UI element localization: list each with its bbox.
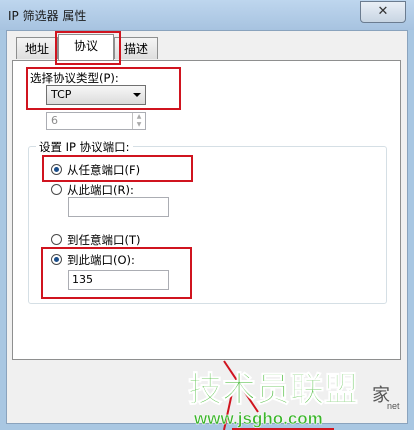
close-button[interactable]: ✕ bbox=[360, 1, 406, 23]
tab-label: 协议 bbox=[73, 39, 98, 53]
from-port-input[interactable] bbox=[68, 197, 169, 217]
tab-label: 描述 bbox=[123, 42, 148, 56]
from-this-port-radio[interactable] bbox=[51, 184, 62, 195]
watermark-net: net bbox=[387, 401, 400, 411]
chevron-down-icon bbox=[133, 93, 141, 97]
watermark-brand: 技术员联盟 bbox=[188, 371, 358, 409]
tab-description[interactable]: 描述 bbox=[114, 37, 158, 59]
watermark-url: www.jsgho.com bbox=[193, 409, 323, 428]
tab-label: 地址 bbox=[24, 42, 49, 56]
to-any-port-label: 到任意端口(T) bbox=[67, 233, 141, 247]
to-port-input[interactable]: 135 bbox=[68, 270, 169, 290]
close-icon: ✕ bbox=[377, 4, 389, 19]
watermark-logo: 技术员联盟 家 net www.jsgho.com bbox=[188, 360, 400, 430]
title-bar: IP 筛选器 属性 ✕ bbox=[0, 0, 414, 30]
to-this-port-radio[interactable] bbox=[51, 254, 62, 265]
port-group-title: 设置 IP 协议端口: bbox=[36, 139, 133, 155]
tab-address[interactable]: 地址 bbox=[16, 37, 58, 59]
to-this-port-label: 到此端口(O): bbox=[67, 253, 135, 267]
from-any-port-radio[interactable] bbox=[51, 164, 62, 175]
protocol-type-value: TCP bbox=[51, 88, 72, 101]
tab-protocol[interactable]: 协议 bbox=[58, 34, 114, 60]
from-this-port-label: 从此端口(R): bbox=[67, 183, 134, 197]
protocol-number-value: 6 bbox=[51, 114, 58, 127]
protocol-type-select[interactable]: TCP bbox=[46, 85, 146, 105]
protocol-number-field[interactable]: 6 ▲ ▼ bbox=[46, 112, 146, 130]
from-any-port-label: 从任意端口(F) bbox=[67, 163, 141, 177]
protocol-type-label: 选择协议类型(P): bbox=[30, 71, 119, 85]
to-any-port-radio[interactable] bbox=[51, 234, 62, 245]
window-title: IP 筛选器 属性 bbox=[8, 9, 87, 23]
spin-arrows-icon[interactable]: ▲ ▼ bbox=[132, 113, 145, 129]
